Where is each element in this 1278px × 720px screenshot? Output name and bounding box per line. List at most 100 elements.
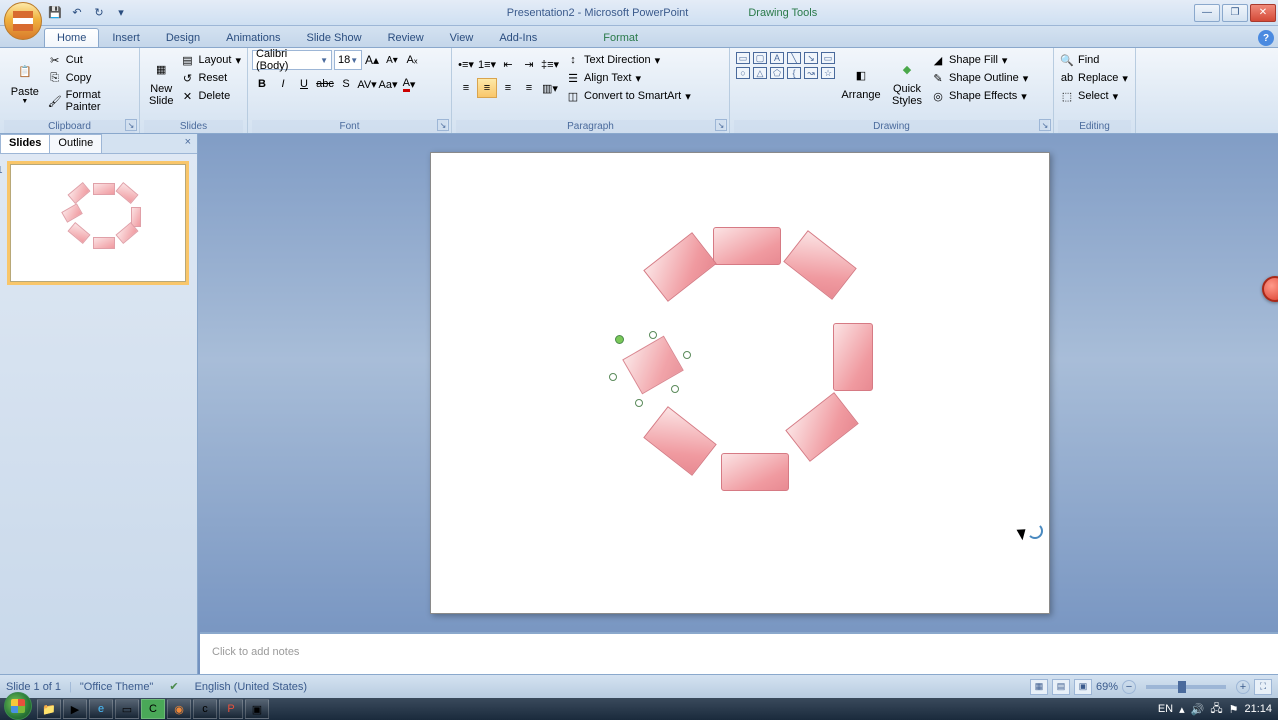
inc-indent-button[interactable]: ⇥ [519, 54, 539, 74]
tab-view[interactable]: View [437, 28, 487, 47]
slide-editor[interactable] [198, 134, 1278, 674]
view-slideshow-button[interactable]: ▣ [1074, 679, 1092, 695]
slide-canvas[interactable] [430, 152, 1050, 614]
shape-rect[interactable] [785, 392, 858, 462]
tray-arrow-icon[interactable]: ▴ [1179, 703, 1185, 716]
quick-styles-button[interactable]: ◆ Quick Styles [885, 50, 929, 114]
task-app-icon[interactable]: ▣ [245, 699, 269, 719]
tab-home[interactable]: Home [44, 28, 99, 47]
qat-customize-icon[interactable]: ▾ [112, 4, 130, 22]
shapes-gallery[interactable]: ▭▢A╲↘▭ ○△⬠{↝☆ [734, 50, 837, 81]
fit-window-button[interactable]: ⛶ [1254, 679, 1272, 695]
close-button[interactable]: ✕ [1250, 4, 1276, 22]
arrange-button[interactable]: ◧ Arrange [837, 50, 885, 114]
dialog-launcher-icon[interactable]: ↘ [437, 119, 449, 131]
tab-review[interactable]: Review [375, 28, 437, 47]
tab-format[interactable]: Format [590, 28, 651, 47]
delete-button[interactable]: ✕Delete [178, 88, 243, 104]
text-direction-button[interactable]: ↕Text Direction▾ [564, 52, 693, 68]
tray-clock[interactable]: 21:14 [1244, 703, 1272, 715]
tab-addins[interactable]: Add-Ins [486, 28, 550, 47]
task-app-icon[interactable]: C [141, 699, 165, 719]
shape-rect[interactable] [833, 323, 873, 391]
task-ie-icon[interactable]: e [89, 699, 113, 719]
layout-button[interactable]: ▤Layout▾ [178, 52, 243, 68]
shape-rect[interactable] [713, 227, 781, 265]
tab-slideshow[interactable]: Slide Show [294, 28, 375, 47]
italic-button[interactable]: I [273, 74, 293, 94]
strike-button[interactable]: abc [315, 74, 335, 94]
cut-button[interactable]: ✂Cut [46, 52, 135, 68]
grow-font-button[interactable]: A▴ [362, 50, 382, 70]
dialog-launcher-icon[interactable]: ↘ [1039, 119, 1051, 131]
paste-button[interactable]: 📋 Paste ▼ [4, 50, 46, 114]
numbering-button[interactable]: 1≡▾ [477, 54, 497, 74]
start-button[interactable] [4, 692, 32, 720]
tray-lang[interactable]: EN [1158, 703, 1173, 715]
dialog-launcher-icon[interactable]: ↘ [125, 119, 137, 131]
font-name-combo[interactable]: Calibri (Body)▼ [252, 50, 332, 70]
pane-tab-outline[interactable]: Outline [49, 134, 102, 153]
shape-rect[interactable] [643, 406, 716, 476]
convert-smartart-button[interactable]: ◫Convert to SmartArt▾ [564, 88, 693, 104]
columns-button[interactable]: ▥▾ [540, 78, 560, 98]
underline-button[interactable]: U [294, 74, 314, 94]
view-normal-button[interactable]: ▦ [1030, 679, 1048, 695]
copy-button[interactable]: ⎘Copy [46, 70, 135, 86]
shape-fill-button[interactable]: ◢Shape Fill▾ [929, 52, 1030, 68]
save-icon[interactable]: 💾 [46, 4, 64, 22]
bold-button[interactable]: B [252, 74, 272, 94]
resize-handle-icon[interactable] [683, 351, 691, 359]
find-button[interactable]: 🔍Find [1058, 52, 1130, 68]
line-spacing-button[interactable]: ‡≡▾ [540, 54, 560, 74]
zoom-in-button[interactable]: + [1236, 680, 1250, 694]
maximize-button[interactable]: ❐ [1222, 4, 1248, 22]
shape-rect[interactable] [721, 453, 789, 491]
help-icon[interactable]: ? [1258, 30, 1274, 46]
task-app-icon[interactable]: c [193, 699, 217, 719]
spacing-button[interactable]: AV▾ [357, 74, 377, 94]
tray-network-icon[interactable]: 🖧 [1210, 700, 1222, 719]
shape-outline-button[interactable]: ✎Shape Outline▾ [929, 70, 1030, 86]
task-desktop-icon[interactable]: ▭ [115, 699, 139, 719]
case-button[interactable]: Aa▾ [378, 74, 398, 94]
undo-icon[interactable]: ↶ [68, 4, 86, 22]
task-powerpoint-icon[interactable]: P [219, 699, 243, 719]
tray-volume-icon[interactable]: 🔊 [1191, 703, 1205, 716]
status-language[interactable]: English (United States) [195, 681, 308, 693]
dec-indent-button[interactable]: ⇤ [498, 54, 518, 74]
resize-handle-icon[interactable] [609, 373, 617, 381]
align-left-button[interactable]: ≡ [456, 78, 476, 98]
tab-insert[interactable]: Insert [99, 28, 153, 47]
resize-handle-icon[interactable] [649, 331, 657, 339]
select-button[interactable]: ⬚Select▾ [1058, 88, 1130, 104]
zoom-out-button[interactable]: − [1122, 680, 1136, 694]
minimize-button[interactable]: — [1194, 4, 1220, 22]
justify-button[interactable]: ≡ [519, 78, 539, 98]
shrink-font-button[interactable]: A▾ [382, 50, 402, 70]
task-explorer-icon[interactable]: 📁 [37, 699, 61, 719]
resize-handle-icon[interactable] [671, 385, 679, 393]
office-button[interactable] [4, 2, 42, 40]
align-text-button[interactable]: ☰Align Text▾ [564, 70, 693, 86]
tab-animations[interactable]: Animations [213, 28, 293, 47]
new-slide-button[interactable]: ▦ New Slide [144, 50, 178, 114]
pane-close-icon[interactable]: × [179, 134, 197, 153]
zoom-level[interactable]: 69% [1096, 681, 1118, 693]
pane-tab-slides[interactable]: Slides [0, 134, 50, 153]
align-center-button[interactable]: ≡ [477, 78, 497, 98]
resize-handle-icon[interactable] [635, 399, 643, 407]
slide-thumbnail-1[interactable]: 1 [10, 164, 186, 282]
view-sorter-button[interactable]: ▤ [1052, 679, 1070, 695]
tab-design[interactable]: Design [153, 28, 213, 47]
spell-check-icon[interactable]: ✔ [169, 680, 178, 693]
tray-flag-icon[interactable]: ⚑ [1229, 703, 1239, 716]
notes-pane[interactable]: Click to add notes [200, 632, 1278, 674]
bullets-button[interactable]: •≡▾ [456, 54, 476, 74]
dialog-launcher-icon[interactable]: ↘ [715, 119, 727, 131]
clear-format-button[interactable]: Aₓ [402, 50, 422, 70]
reset-button[interactable]: ↺Reset [178, 70, 243, 86]
font-size-combo[interactable]: 18▼ [334, 50, 362, 70]
format-painter-button[interactable]: 🖌Format Painter [46, 88, 135, 114]
replace-button[interactable]: abReplace▾ [1058, 70, 1130, 86]
